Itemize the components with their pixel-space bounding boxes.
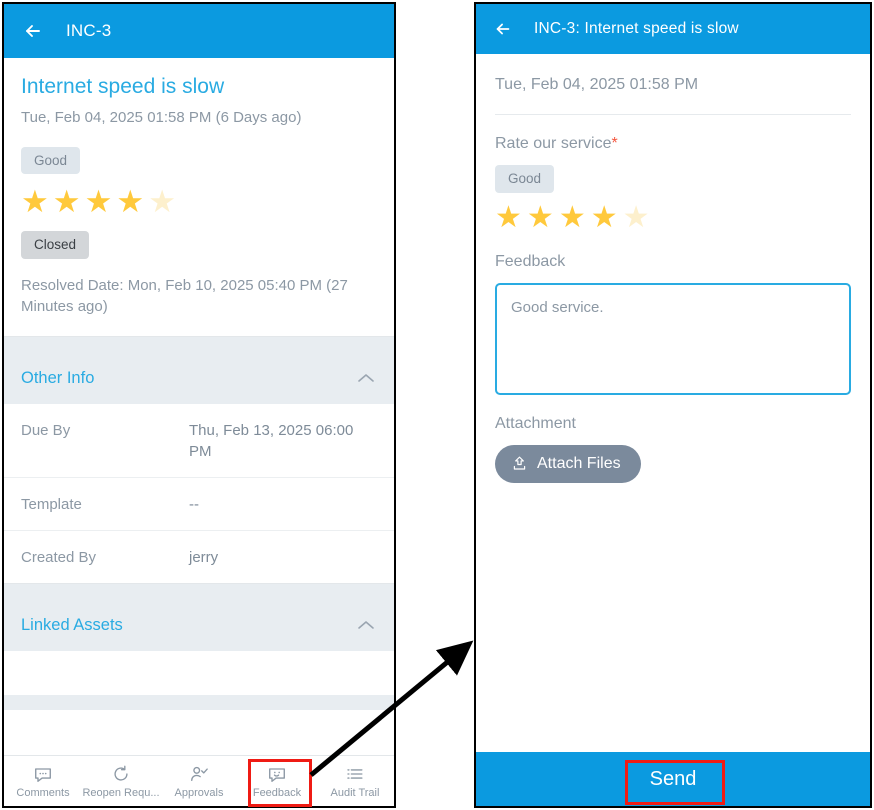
star-icon[interactable]: ★ — [495, 202, 522, 233]
star-icon: ★ — [52, 184, 81, 219]
reopen-refresh-icon — [111, 764, 131, 784]
right-appbar-title: INC-3: Internet speed is slow — [534, 20, 739, 37]
rating-chip: Good — [21, 146, 81, 174]
attach-files-label: Attach Files — [537, 454, 621, 472]
status-chip-wrap: Closed — [21, 231, 377, 259]
section-title: Other Info — [21, 368, 95, 387]
row-key: Due By — [21, 422, 71, 439]
star-icon: ★ — [116, 184, 145, 219]
section-header-other-info[interactable]: Other Info — [4, 352, 394, 404]
row-key: Template — [21, 496, 82, 513]
send-button[interactable]: Send — [476, 752, 870, 806]
tab-reopen-request[interactable]: Reopen Requ... — [82, 756, 160, 806]
rating-stars[interactable]: ★ ★ ★ ★ ★ — [495, 202, 851, 233]
tab-audit-trail[interactable]: Audit Trail — [316, 756, 394, 806]
left-appbar-title: INC-3 — [66, 21, 112, 40]
section-header-linked-assets[interactable]: Linked Assets — [4, 599, 394, 651]
status-badge: Closed — [21, 231, 90, 259]
row-key: Created By — [21, 549, 97, 566]
send-button-label: Send — [649, 767, 697, 790]
back-arrow-icon[interactable] — [22, 20, 44, 42]
tab-label: Feedback — [252, 786, 302, 799]
comment-bubble-icon — [33, 764, 53, 784]
linked-assets-empty-area — [4, 651, 394, 695]
table-row: Due By Thu, Feb 13, 2025 06:00 PM — [4, 404, 394, 478]
ticket-summary: Internet speed is slow Tue, Feb 04, 2025… — [4, 58, 394, 336]
tab-label: Reopen Requ... — [82, 786, 160, 799]
star-icon[interactable]: ★ — [559, 202, 586, 233]
row-value: Thu, Feb 13, 2025 06:00 PM — [189, 422, 354, 460]
smiley-bubble-icon — [267, 764, 287, 784]
left-appbar: INC-3 — [4, 4, 394, 58]
attach-files-button[interactable]: Attach Files — [495, 444, 641, 483]
tab-feedback[interactable]: Feedback — [238, 756, 316, 806]
ticket-subject: Internet speed is slow — [21, 75, 225, 98]
star-icon: ★ — [84, 184, 113, 219]
chevron-up-icon[interactable] — [357, 372, 375, 384]
person-check-icon — [189, 764, 209, 784]
section-spacer — [4, 584, 394, 599]
tab-label: Comments — [16, 786, 70, 799]
rating-chip-wrap: Good — [21, 146, 377, 174]
feedback-form-panel: INC-3: Internet speed is slow Tue, Feb 0… — [474, 2, 872, 808]
star-icon: ★ — [21, 184, 49, 219]
star-icon[interactable]: ★ — [591, 202, 618, 233]
star-icon: ★ — [148, 184, 176, 219]
attachment-label: Attachment — [495, 414, 576, 432]
section-spacer — [4, 695, 394, 710]
rating-stars: ★ ★ ★ ★ ★ — [21, 186, 377, 217]
row-value: jerry — [189, 549, 219, 566]
star-icon[interactable]: ★ — [623, 202, 650, 233]
row-value: -- — [189, 496, 199, 513]
table-row: Template -- — [4, 478, 394, 531]
section-spacer — [4, 337, 394, 352]
tab-label: Approvals — [174, 786, 224, 799]
tab-comments[interactable]: Comments — [4, 756, 82, 806]
rate-service-label: Rate our service* — [495, 135, 851, 153]
required-asterisk: * — [611, 135, 618, 152]
tab-label: Audit Trail — [330, 786, 380, 799]
feedback-label: Feedback — [495, 252, 566, 270]
star-icon[interactable]: ★ — [527, 202, 554, 233]
feedback-form-body: Tue, Feb 04, 2025 01:58 PM Rate our serv… — [476, 54, 870, 483]
section-title: Linked Assets — [21, 615, 123, 634]
resolved-date-text: Resolved Date: Mon, Feb 10, 2025 05:40 P… — [21, 276, 348, 316]
rate-service-text: Rate our service — [495, 135, 612, 152]
tab-approvals[interactable]: Approvals — [160, 756, 238, 806]
upload-icon — [511, 455, 528, 472]
ticket-created-date: Tue, Feb 04, 2025 01:58 PM (6 Days ago) — [21, 109, 302, 127]
right-appbar: INC-3: Internet speed is slow — [476, 4, 870, 54]
bottom-tab-bar: Comments Reopen Requ... Approvals Feedba… — [4, 755, 394, 806]
ticket-detail-panel: INC-3 Internet speed is slow Tue, Feb 04… — [2, 2, 396, 808]
ticket-date: Tue, Feb 04, 2025 01:58 PM — [495, 54, 851, 115]
back-arrow-icon[interactable] — [492, 18, 514, 40]
rating-chip: Good — [495, 165, 555, 193]
chevron-up-icon[interactable] — [357, 619, 375, 631]
table-row: Created By jerry — [4, 531, 394, 583]
rating-chip-wrap: Good — [495, 165, 851, 193]
ticket-detail-body: Internet speed is slow Tue, Feb 04, 2025… — [4, 58, 394, 710]
list-icon — [345, 764, 365, 784]
other-info-rows: Due By Thu, Feb 13, 2025 06:00 PM Templa… — [4, 404, 394, 583]
feedback-input[interactable]: Good service. — [495, 282, 851, 395]
